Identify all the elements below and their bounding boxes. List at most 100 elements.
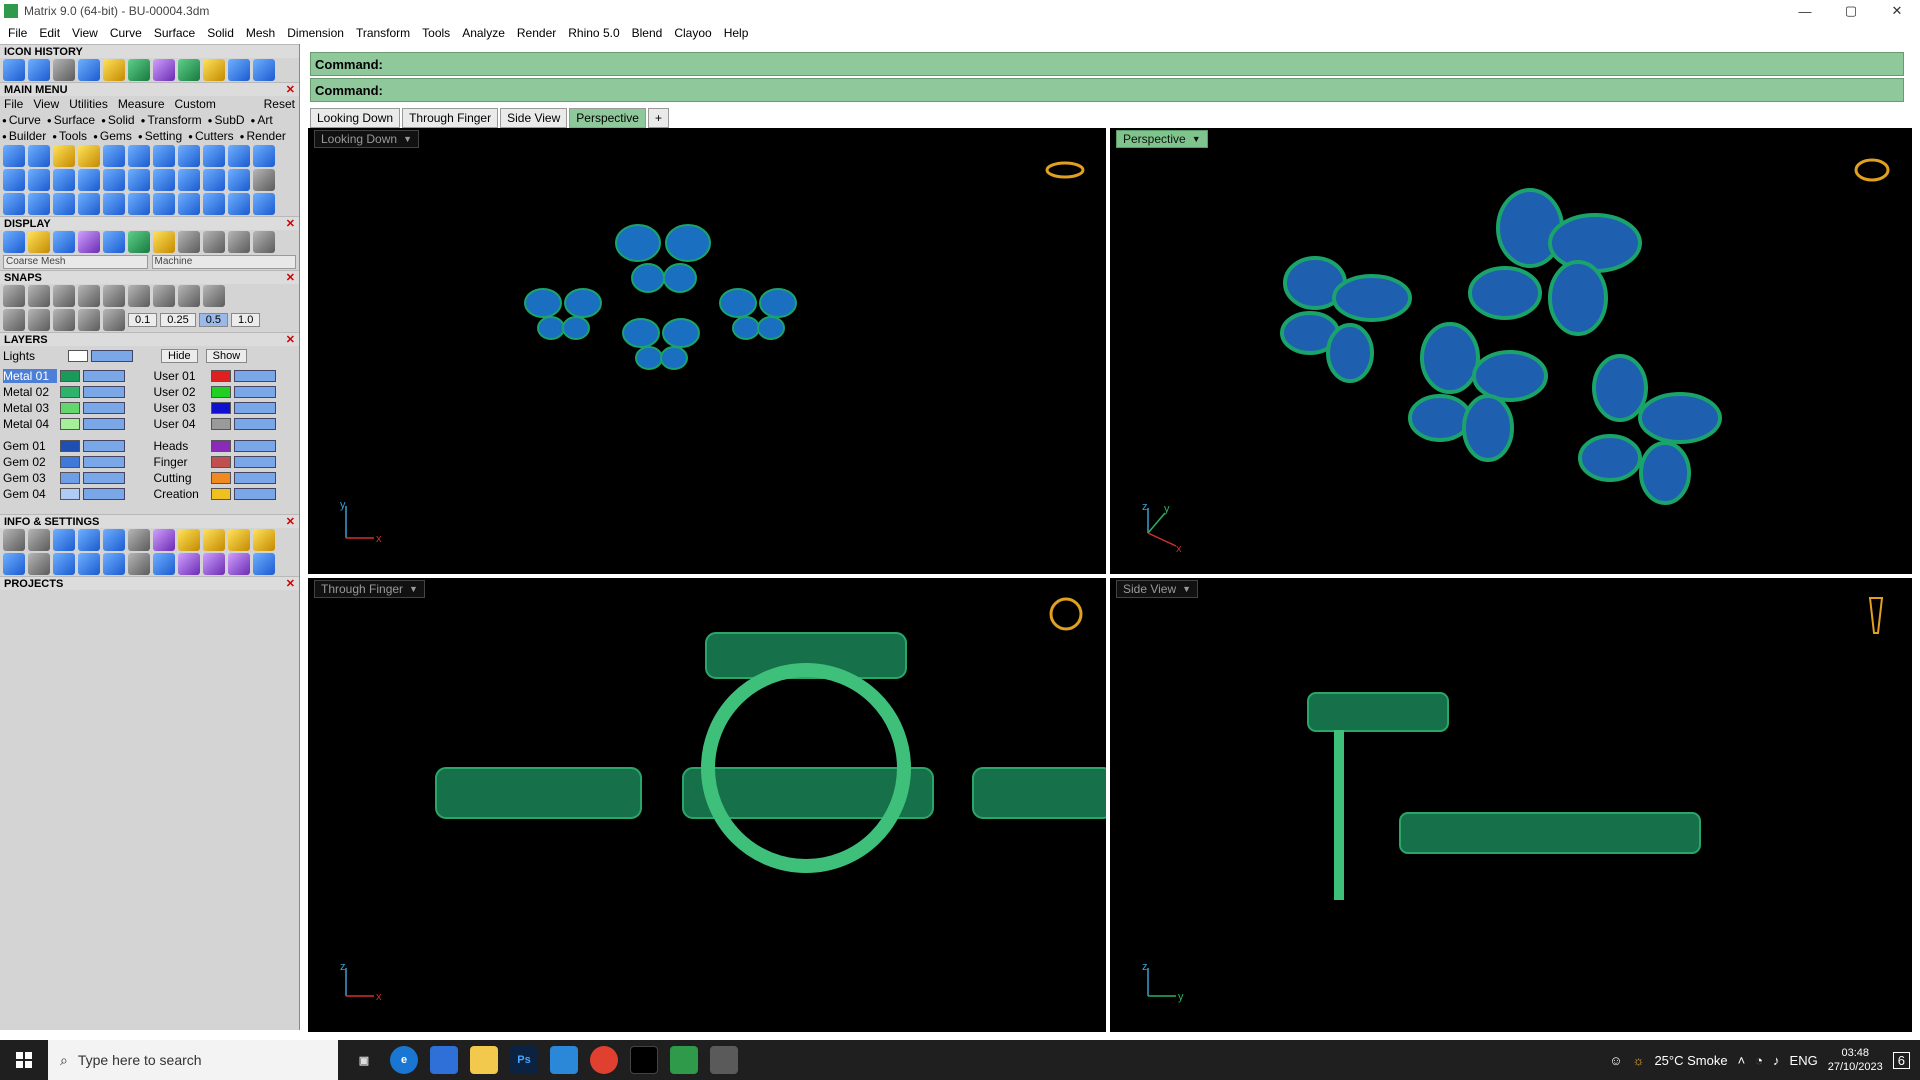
viewport-label[interactable]: Perspective ▼ (1116, 130, 1208, 148)
rendered-icon[interactable] (78, 231, 100, 253)
layer-row[interactable]: Finger (154, 454, 297, 470)
snap-value-4[interactable]: 1.0 (231, 313, 261, 327)
snap-icon[interactable] (28, 309, 50, 331)
menu-curve[interactable]: Curve (104, 26, 148, 40)
layer-row[interactable]: Creation (154, 486, 297, 502)
history-tool-icon[interactable] (3, 59, 25, 81)
submenu-reset[interactable]: Reset (264, 97, 295, 111)
layer-color-swatch[interactable] (210, 472, 231, 484)
menu-view[interactable]: View (66, 26, 104, 40)
store-icon[interactable] (430, 1046, 458, 1074)
layer-controls[interactable] (83, 488, 125, 500)
notification-badge[interactable]: 6 (1892, 1051, 1910, 1069)
shaded-icon[interactable] (53, 231, 75, 253)
tool-icon[interactable] (78, 193, 100, 215)
menu-file[interactable]: File (2, 26, 33, 40)
snap-icon[interactable] (3, 309, 25, 331)
network-icon[interactable]: ◔ (1755, 1053, 1763, 1068)
layer-color-swatch[interactable] (210, 370, 231, 382)
layer-row[interactable]: Gem 01 (3, 438, 146, 454)
history-tool-icon[interactable] (203, 59, 225, 81)
info-icon[interactable] (228, 529, 250, 551)
layer-row[interactable]: Metal 04 (3, 416, 146, 432)
filter-icon[interactable] (103, 553, 125, 575)
info-icon[interactable] (128, 553, 150, 575)
tool-icon[interactable] (28, 169, 50, 191)
tool-icon[interactable] (203, 193, 225, 215)
layer-color-swatch[interactable] (60, 418, 80, 430)
tag-gems[interactable]: Gems (93, 129, 132, 143)
tag-surface[interactable]: Surface (47, 113, 95, 127)
tool-icon[interactable] (178, 193, 200, 215)
snap-icon[interactable] (128, 285, 150, 307)
layer-row[interactable]: User 02 (154, 384, 297, 400)
menu-help[interactable]: Help (718, 26, 755, 40)
history-tool-icon[interactable] (28, 59, 50, 81)
snap-icon[interactable] (153, 285, 175, 307)
info-icon[interactable] (3, 553, 25, 575)
circle-icon[interactable] (253, 193, 275, 215)
close-icon[interactable]: ✕ (286, 333, 295, 346)
zoom-icon[interactable] (28, 529, 50, 551)
weather-icon[interactable]: ☼ (1633, 1053, 1645, 1068)
forward-arrow-icon[interactable] (253, 59, 275, 81)
info-icon[interactable] (253, 529, 275, 551)
info-icon[interactable] (228, 553, 250, 575)
history-tool-icon[interactable] (78, 59, 100, 81)
tool-icon[interactable] (228, 169, 250, 191)
tag-tools[interactable]: Tools (52, 129, 87, 143)
tool-icon[interactable] (253, 169, 275, 191)
menu-analyze[interactable]: Analyze (456, 26, 511, 40)
layer-color-swatch[interactable] (60, 402, 80, 414)
tag-subd[interactable]: SubD (208, 113, 245, 127)
submenu-measure[interactable]: Measure (118, 97, 165, 111)
viewport-label[interactable]: Looking Down ▼ (314, 130, 419, 148)
back-arrow-icon[interactable] (228, 59, 250, 81)
menu-render[interactable]: Render (511, 26, 562, 40)
tool-icon[interactable] (53, 145, 75, 167)
viewport-label[interactable]: Side View ▼ (1116, 580, 1199, 598)
menu-rhino[interactable]: Rhino 5.0 (562, 26, 625, 40)
tool-icon[interactable] (253, 145, 275, 167)
layer-controls[interactable] (233, 386, 276, 398)
tag-setting[interactable]: Setting (138, 129, 182, 143)
tag-cutters[interactable]: Cutters (188, 129, 234, 143)
close-icon[interactable]: ✕ (286, 271, 295, 284)
snap-value-3[interactable]: 0.5 (198, 313, 229, 327)
people-icon[interactable]: ☺ (1609, 1053, 1622, 1068)
tab-perspective[interactable]: Perspective (569, 108, 646, 128)
history-tool-icon[interactable] (128, 59, 150, 81)
layer-color-swatch[interactable] (60, 440, 80, 452)
language-indicator[interactable]: ENG (1790, 1053, 1818, 1068)
tool-icon[interactable] (128, 169, 150, 191)
layer-row[interactable]: Metal 01 (3, 368, 146, 384)
layer-controls[interactable] (233, 440, 276, 452)
close-icon[interactable]: ✕ (286, 515, 295, 528)
snap-icon[interactable] (203, 285, 225, 307)
info-icon[interactable] (153, 529, 175, 551)
close-button[interactable]: ✕ (1874, 0, 1920, 22)
layer-controls[interactable] (233, 418, 276, 430)
command-input[interactable]: Command: (310, 78, 1904, 102)
tool-icon[interactable] (53, 193, 75, 215)
tool-icon[interactable] (153, 193, 175, 215)
snap-value-1[interactable]: 0.1 (128, 313, 158, 327)
info-icon[interactable] (178, 529, 200, 551)
tab-looking-down[interactable]: Looking Down (310, 108, 401, 128)
chevron-down-icon[interactable]: ▼ (1192, 134, 1201, 144)
info-icon[interactable] (203, 553, 225, 575)
edge-icon[interactable]: e (390, 1046, 418, 1074)
layer-controls[interactable] (83, 440, 125, 452)
layer-row[interactable]: Cutting (154, 470, 297, 486)
tool-icon[interactable] (228, 145, 250, 167)
photoshop-icon[interactable]: Ps (510, 1046, 538, 1074)
tag-transform[interactable]: Transform (141, 113, 201, 127)
hide-layers-button[interactable]: Hide (161, 349, 198, 363)
material-icon[interactable] (203, 231, 225, 253)
menu-mesh[interactable]: Mesh (240, 26, 281, 40)
info-icon[interactable] (53, 529, 75, 551)
restore-button[interactable]: ▢ (1828, 0, 1874, 22)
menu-edit[interactable]: Edit (33, 26, 66, 40)
snap-icon[interactable] (103, 309, 125, 331)
tool-icon[interactable] (128, 145, 150, 167)
